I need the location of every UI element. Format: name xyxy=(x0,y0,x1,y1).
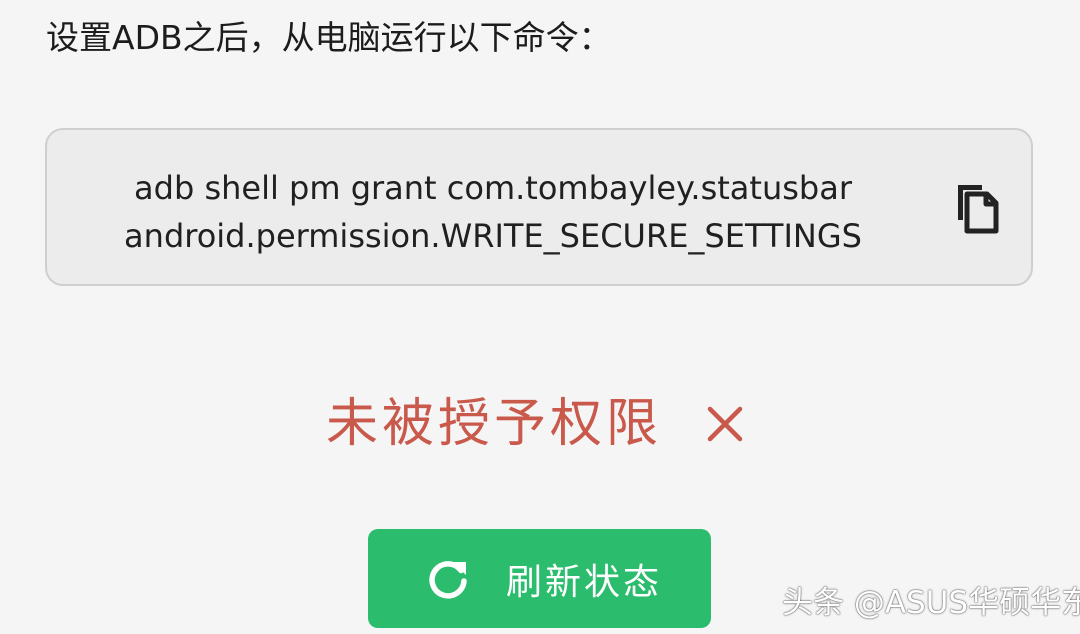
refresh-status-button[interactable]: 刷新状态 xyxy=(368,529,711,628)
copy-icon xyxy=(958,185,999,234)
refresh-icon xyxy=(429,560,467,599)
command-box: adb shell pm grant com.tombayley.statusb… xyxy=(45,128,1033,286)
command-line-2: android.permission.WRITE_SECURE_SETTINGS xyxy=(124,217,862,255)
permission-status-text: 未被授予权限 xyxy=(326,394,663,454)
watermark: 头条 @ASUS华硕华东 xyxy=(782,585,1080,621)
close-icon xyxy=(707,406,743,442)
instruction-text: 设置ADB之后，从电脑运行以下命令： xyxy=(46,18,612,57)
copy-button[interactable] xyxy=(949,179,1005,237)
command-line-1: adb shell pm grant com.tombayley.statusb… xyxy=(134,169,852,207)
permission-status: 未被授予权限 xyxy=(326,392,746,456)
command-text: adb shell pm grant com.tombayley.statusb… xyxy=(75,164,911,260)
refresh-status-label: 刷新状态 xyxy=(506,561,663,603)
